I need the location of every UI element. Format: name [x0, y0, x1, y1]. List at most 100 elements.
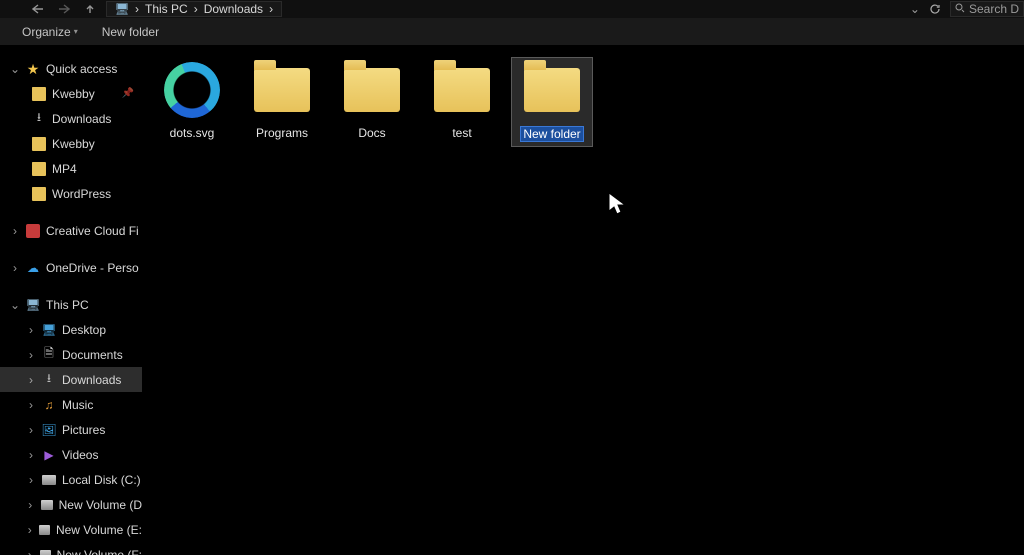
folder-icon	[32, 162, 46, 176]
crumb-sep: ›	[269, 2, 273, 16]
crumb-this-pc[interactable]: This PC	[145, 2, 188, 16]
folder-icon	[254, 62, 310, 118]
breadcrumb[interactable]: 🖥 › This PC › Downloads ›	[106, 1, 282, 17]
sidebar-item-volume-d[interactable]: › New Volume (D	[0, 492, 142, 517]
download-icon: ⭳	[42, 373, 56, 387]
folder-icon	[434, 62, 490, 118]
sidebar-quick-access[interactable]: ⌄ ★ Quick access	[0, 56, 142, 81]
pictures-icon: 🖼	[42, 423, 56, 437]
quick-access-label: Quick access	[46, 62, 117, 76]
folder-icon	[32, 137, 46, 151]
chevron-right-icon: ›	[26, 523, 33, 537]
chevron-down-icon: ⌄	[10, 298, 20, 312]
up-button[interactable]	[80, 2, 100, 16]
folder-item-programs[interactable]: Programs	[242, 58, 322, 146]
organize-label: Organize	[22, 25, 71, 39]
chevron-right-icon: ›	[26, 373, 36, 387]
command-bar: Organize ▾ New folder	[0, 18, 1024, 46]
sidebar-item-label: OneDrive - Perso	[46, 261, 139, 275]
folder-item-test[interactable]: test	[422, 58, 502, 146]
sidebar-item-kwebby-2[interactable]: Kwebby	[0, 131, 142, 156]
chevron-right-icon: ›	[10, 224, 20, 238]
sidebar-item-volume-e[interactable]: › New Volume (E:	[0, 517, 142, 542]
pc-icon: 🖥	[115, 2, 129, 16]
folder-icon	[524, 62, 580, 118]
sidebar-item-downloads[interactable]: ⭳ Downloads	[0, 106, 142, 131]
edge-icon	[164, 62, 220, 118]
file-item-dots-svg[interactable]: dots.svg	[152, 58, 232, 146]
cloud-icon: ☁	[26, 261, 40, 275]
sidebar-item-label: Kwebby	[52, 137, 95, 151]
sidebar-item-volume-f[interactable]: › New Volume (F:	[0, 542, 142, 555]
nav-tree: ⌄ ★ Quick access Kwebby 📌 ⭳ Downloads Kw…	[0, 46, 142, 555]
back-button[interactable]	[28, 2, 48, 16]
sidebar-creative-cloud[interactable]: › Creative Cloud Fi	[0, 218, 142, 243]
sidebar-item-local-disk-c[interactable]: › Local Disk (C:)	[0, 467, 142, 492]
sidebar-item-mp4[interactable]: MP4	[0, 156, 142, 181]
chevron-right-icon: ›	[26, 448, 36, 462]
search-input[interactable]: Search D	[950, 1, 1024, 17]
item-label: test	[452, 126, 471, 140]
item-label: Programs	[256, 126, 308, 140]
forward-button[interactable]	[54, 2, 74, 16]
sidebar-item-desktop[interactable]: › 🖥 Desktop	[0, 317, 142, 342]
sidebar-item-label: MP4	[52, 162, 77, 176]
star-icon: ★	[26, 62, 40, 76]
item-label: dots.svg	[170, 126, 215, 140]
sidebar-onedrive[interactable]: › ☁ OneDrive - Perso	[0, 255, 142, 280]
sidebar-item-label: Pictures	[62, 423, 105, 437]
sidebar-item-label: New Volume (F:	[57, 548, 142, 555]
sidebar-item-label: Documents	[62, 348, 123, 362]
organize-button[interactable]: Organize ▾	[22, 25, 78, 39]
search-icon	[955, 2, 965, 16]
disk-icon	[41, 500, 53, 510]
folder-icon	[32, 87, 46, 101]
sidebar-item-label: Videos	[62, 448, 98, 462]
chevron-right-icon: ›	[26, 423, 36, 437]
sidebar-item-music[interactable]: › ♫ Music	[0, 392, 142, 417]
sidebar-item-label: New Volume (D	[59, 498, 142, 512]
sidebar-item-label: Music	[62, 398, 93, 412]
music-icon: ♫	[42, 398, 56, 412]
sidebar-item-label: Desktop	[62, 323, 106, 337]
sidebar-item-kwebby[interactable]: Kwebby 📌	[0, 81, 142, 106]
sidebar-item-label: WordPress	[52, 187, 111, 201]
documents-icon: 🗎	[42, 348, 56, 362]
folder-item-docs[interactable]: Docs	[332, 58, 412, 146]
folder-icon	[32, 187, 46, 201]
download-icon: ⭳	[32, 112, 46, 126]
chevron-right-icon: ›	[26, 323, 36, 337]
crumb-downloads[interactable]: Downloads	[204, 2, 263, 16]
sidebar-item-label: New Volume (E:	[56, 523, 142, 537]
sidebar-item-videos[interactable]: › ▶ Videos	[0, 442, 142, 467]
chevron-down-icon[interactable]: ⌄	[910, 2, 920, 16]
chevron-right-icon: ›	[10, 261, 20, 275]
address-bar: 🖥 › This PC › Downloads › ⌄ Search D	[0, 0, 1024, 18]
desktop-icon: 🖥	[42, 323, 56, 337]
refresh-button[interactable]	[926, 1, 944, 17]
crumb-sep: ›	[135, 2, 139, 16]
pin-icon: 📌	[122, 88, 134, 99]
sidebar-item-label: Creative Cloud Fi	[46, 224, 139, 238]
sidebar-item-downloads-pc[interactable]: › ⭳ Downloads	[0, 367, 142, 392]
creative-cloud-icon	[26, 224, 40, 238]
item-rename-input[interactable]: New folder	[520, 126, 583, 142]
disk-icon	[42, 475, 56, 485]
folder-item-new-folder[interactable]: New folder	[512, 58, 592, 146]
sidebar-item-pictures[interactable]: › 🖼 Pictures	[0, 417, 142, 442]
content-pane[interactable]: dots.svg Programs Docs test New folder	[142, 46, 1024, 555]
chevron-right-icon: ›	[26, 398, 36, 412]
sidebar-item-documents[interactable]: › 🗎 Documents	[0, 342, 142, 367]
chevron-right-icon: ›	[26, 348, 36, 362]
sidebar-item-label: Downloads	[52, 112, 111, 126]
disk-icon	[39, 525, 49, 535]
chevron-down-icon: ▾	[74, 27, 78, 36]
pc-icon: 🖥	[26, 298, 40, 312]
chevron-right-icon: ›	[26, 498, 35, 512]
sidebar-this-pc[interactable]: ⌄ 🖥 This PC	[0, 292, 142, 317]
chevron-right-icon: ›	[26, 473, 36, 487]
new-folder-button[interactable]: New folder	[102, 25, 159, 39]
sidebar-item-wordpress[interactable]: WordPress	[0, 181, 142, 206]
disk-icon	[40, 550, 51, 555]
sidebar-item-label: Downloads	[62, 373, 121, 387]
